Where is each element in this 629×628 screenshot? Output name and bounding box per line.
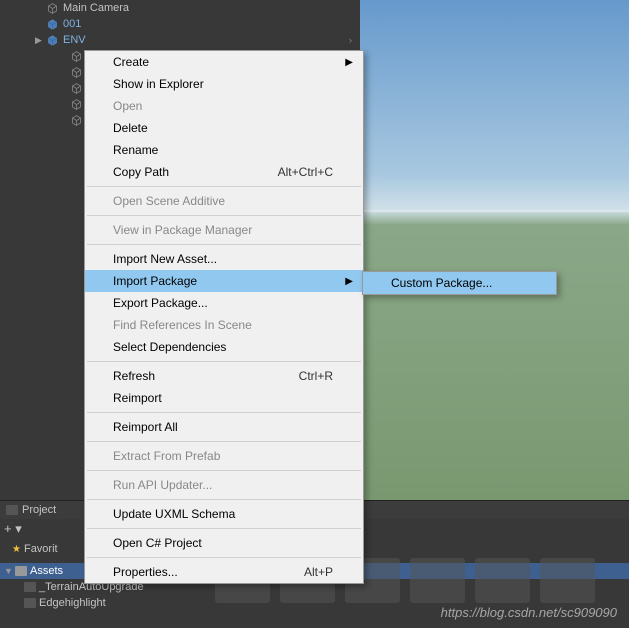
menu-item-label: Show in Explorer	[113, 77, 204, 91]
menu-item-import-new-asset[interactable]: Import New Asset...	[85, 248, 363, 270]
menu-item-extract-from-prefab: Extract From Prefab	[85, 445, 363, 467]
menu-shortcut: Alt+P	[304, 565, 333, 579]
gameobject-icon	[69, 81, 83, 95]
menu-item-export-package[interactable]: Export Package...	[85, 292, 363, 314]
menu-item-label: Import Package	[113, 274, 197, 288]
menu-item-label: Open	[113, 99, 142, 113]
menu-item-label: Update UXML Schema	[113, 507, 235, 521]
scene-viewport[interactable]	[360, 0, 629, 500]
menu-separator	[87, 499, 361, 500]
menu-item-label: Create	[113, 55, 149, 69]
menu-item-label: Delete	[113, 121, 148, 135]
menu-item-run-api-updater: Run API Updater...	[85, 474, 363, 496]
menu-item-open-c-project[interactable]: Open C# Project	[85, 532, 363, 554]
asset-folder-thumb[interactable]	[410, 558, 465, 603]
folder-icon	[6, 505, 18, 515]
menu-separator	[87, 441, 361, 442]
menu-item-label: View in Package Manager	[113, 223, 252, 237]
menu-separator	[87, 186, 361, 187]
gameobject-icon	[69, 113, 83, 127]
hierarchy-item[interactable]: ▶ ENV ›	[0, 32, 360, 48]
menu-item-label: Export Package...	[113, 296, 208, 310]
menu-separator	[87, 412, 361, 413]
menu-item-delete[interactable]: Delete	[85, 117, 363, 139]
folder-icon	[15, 566, 27, 576]
menu-separator	[87, 528, 361, 529]
menu-item-find-references-in-scene: Find References In Scene	[85, 314, 363, 336]
hierarchy-item-label: ENV	[63, 34, 86, 46]
horizon-line	[360, 210, 629, 212]
menu-item-view-in-package-manager: View in Package Manager	[85, 219, 363, 241]
menu-shortcut: Alt+Ctrl+C	[278, 165, 333, 179]
submenu-arrow-icon: ▶	[345, 276, 353, 287]
project-tab-label: Project	[22, 504, 56, 516]
add-button[interactable]: + ▾	[4, 521, 22, 537]
assets-label: Assets	[30, 565, 63, 577]
menu-item-open: Open	[85, 95, 363, 117]
hierarchy-item[interactable]: 001	[0, 16, 360, 32]
gameobject-icon	[69, 97, 83, 111]
menu-item-select-dependencies[interactable]: Select Dependencies	[85, 336, 363, 358]
hierarchy-item-label: Main Camera	[63, 2, 129, 14]
menu-item-label: Properties...	[113, 565, 178, 579]
menu-item-create[interactable]: Create ▶	[85, 51, 363, 73]
prefab-icon	[45, 33, 59, 47]
menu-item-label: Reimport All	[113, 420, 178, 434]
menu-item-label: Reimport	[113, 391, 162, 405]
folder-label: Edgehighlight	[39, 597, 106, 609]
menu-separator	[87, 470, 361, 471]
menu-item-custom-package[interactable]: Custom Package...	[363, 272, 556, 294]
gameobject-icon	[45, 1, 59, 15]
folder-icon	[24, 598, 36, 608]
favorites-label: Favorit	[24, 543, 58, 555]
menu-item-properties[interactable]: Properties... Alt+P	[85, 561, 363, 583]
menu-item-show-in-explorer[interactable]: Show in Explorer	[85, 73, 363, 95]
menu-separator	[87, 361, 361, 362]
menu-separator	[87, 244, 361, 245]
menu-item-import-package[interactable]: Import Package ▶	[85, 270, 363, 292]
menu-item-reimport-all[interactable]: Reimport All	[85, 416, 363, 438]
watermark: https://blog.csdn.net/sc909090	[441, 605, 617, 620]
gameobject-icon	[69, 49, 83, 63]
expand-arrow-icon[interactable]: ▼	[4, 566, 12, 576]
prefab-icon	[45, 17, 59, 31]
menu-item-label: Find References In Scene	[113, 318, 252, 332]
menu-item-label: Extract From Prefab	[113, 449, 220, 463]
menu-item-label: Select Dependencies	[113, 340, 226, 354]
menu-item-label: Import New Asset...	[113, 252, 217, 266]
menu-shortcut: Ctrl+R	[299, 369, 333, 383]
asset-folder-thumb[interactable]	[540, 558, 595, 603]
menu-item-update-uxml-schema[interactable]: Update UXML Schema	[85, 503, 363, 525]
menu-separator	[87, 557, 361, 558]
menu-item-refresh[interactable]: Refresh Ctrl+R	[85, 365, 363, 387]
context-menu: Create ▶ Show in Explorer Open Delete Rename C…	[84, 50, 364, 584]
expand-arrow-icon[interactable]: ▶	[35, 35, 42, 46]
menu-item-label: Refresh	[113, 369, 155, 383]
menu-item-label: Copy Path	[113, 165, 169, 179]
gameobject-icon	[69, 65, 83, 79]
menu-item-label: Open C# Project	[113, 536, 202, 550]
star-icon: ★	[12, 544, 21, 555]
menu-item-label: Run API Updater...	[113, 478, 212, 492]
asset-folder-thumb[interactable]	[475, 558, 530, 603]
menu-item-label: Rename	[113, 143, 158, 157]
hierarchy-item[interactable]: Main Camera	[0, 0, 360, 16]
menu-item-rename[interactable]: Rename	[85, 139, 363, 161]
menu-item-copy-path[interactable]: Copy Path Alt+Ctrl+C	[85, 161, 363, 183]
menu-item-open-scene-additive: Open Scene Additive	[85, 190, 363, 212]
menu-separator	[87, 215, 361, 216]
submenu-arrow-icon: ▶	[345, 57, 353, 68]
import-package-submenu: Custom Package...	[362, 271, 557, 295]
chevron-right-icon[interactable]: ›	[349, 35, 352, 45]
folder-icon	[24, 582, 36, 592]
menu-item-label: Open Scene Additive	[113, 194, 225, 208]
hierarchy-item-label: 001	[63, 18, 81, 30]
menu-item-reimport[interactable]: Reimport	[85, 387, 363, 409]
